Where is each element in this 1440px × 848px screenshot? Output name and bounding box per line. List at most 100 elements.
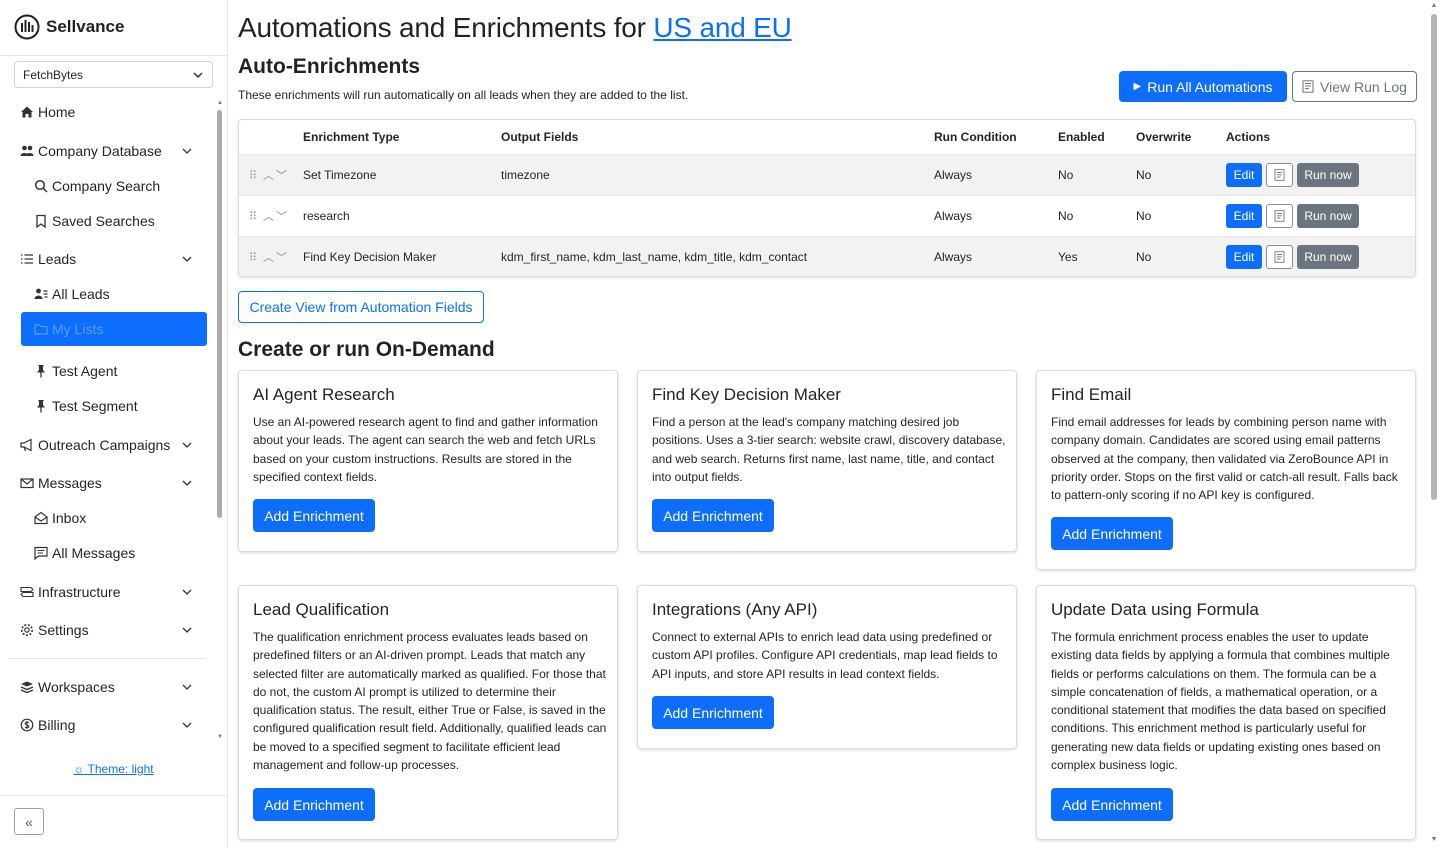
sidebar-item-all-leads[interactable]: All Leads (34, 280, 201, 308)
cell-run-condition: Always (934, 168, 973, 182)
envelope-open-icon (34, 511, 48, 525)
add-enrichment-button[interactable]: Add Enrichment (1051, 517, 1173, 550)
col-overwrite: Overwrite (1136, 130, 1192, 144)
sidebar-item-settings[interactable]: Settings (20, 616, 201, 644)
sidebar-item-company-search[interactable]: Company Search (34, 172, 201, 200)
chevron-down-icon (193, 71, 203, 78)
on-demand-title: Create or run On-Demand (238, 338, 495, 361)
add-enrichment-button[interactable]: Add Enrichment (253, 499, 375, 532)
card-description: Use an AI-powered research agent to find… (253, 415, 598, 484)
reorder-arrows: ︿ ﹀ (263, 196, 287, 236)
row-log-button[interactable] (1266, 245, 1293, 269)
run-all-automations-button[interactable]: ▶ Run All Automations (1119, 71, 1287, 102)
main-scroll-thumb[interactable] (1431, 14, 1437, 500)
sidebar: Sellvance FetchBytes Home Company Databa… (0, 0, 228, 848)
sidebar-item-billing[interactable]: Billing (20, 711, 201, 739)
coin-icon (20, 718, 34, 732)
auto-enrichments-table: Enrichment Type Output Fields Run Condit… (238, 119, 1416, 277)
run-now-button[interactable]: Run now (1297, 245, 1359, 269)
sidebar-item-infrastructure[interactable]: Infrastructure (20, 578, 201, 606)
card-ai-agent-research: AI Agent Research Use an AI-powered rese… (238, 370, 618, 552)
stack-icon (20, 680, 34, 694)
sidebar-item-label: Messages (38, 475, 102, 491)
card-description: Connect to external APIs to enrich lead … (652, 630, 998, 681)
run-now-button[interactable]: Run now (1297, 163, 1359, 187)
workspace-select[interactable]: FetchBytes (14, 61, 213, 88)
cell-enrichment-type: Find Key Decision Maker (303, 250, 437, 264)
table-row: ⠿ ︿ ﹀ Set Timezone timezone Always No No … (239, 154, 1415, 195)
chevron-down-icon (182, 442, 192, 448)
sidebar-item-my-lists[interactable]: My Lists (21, 312, 207, 346)
sidebar-item-label: Billing (38, 717, 76, 733)
card-title: AI Agent Research (253, 385, 395, 404)
edit-button[interactable]: Edit (1226, 245, 1262, 269)
sidebar-item-label: Infrastructure (38, 584, 121, 600)
add-enrichment-button[interactable]: Add Enrichment (652, 499, 774, 532)
brand[interactable]: Sellvance (14, 14, 124, 40)
add-enrichment-button[interactable]: Add Enrichment (652, 696, 774, 729)
chevron-up-icon[interactable]: ︿ (263, 167, 274, 183)
chevron-down-icon[interactable]: ﹀ (276, 208, 287, 224)
journal-icon (1302, 80, 1314, 93)
row-log-button[interactable] (1266, 204, 1293, 228)
chevron-down-icon (182, 722, 192, 728)
scroll-down-icon[interactable]: ▼ (1430, 836, 1438, 843)
create-view-button[interactable]: Create View from Automation Fields (238, 291, 484, 323)
scroll-up-icon[interactable]: ▲ (216, 100, 224, 106)
signpost-icon (20, 585, 34, 599)
chevron-down-icon[interactable]: ﹀ (276, 167, 287, 183)
sidebar-item-saved-searches[interactable]: Saved Searches (34, 207, 201, 235)
sidebar-item-messages[interactable]: Messages (20, 469, 201, 497)
brand-name: Sellvance (46, 17, 125, 36)
chevron-down-icon[interactable]: ﹀ (276, 249, 287, 265)
sidebar-item-label: Workspaces (38, 679, 115, 695)
row-log-button[interactable] (1266, 163, 1293, 187)
view-run-log-label: View Run Log (1320, 78, 1407, 95)
sidebar-item-inbox[interactable]: Inbox (34, 504, 201, 532)
add-enrichment-button[interactable]: Add Enrichment (253, 788, 375, 821)
table-row: ⠿ ︿ ﹀ research Always No No Edit Run now (239, 195, 1415, 236)
view-run-log-button[interactable]: View Run Log (1292, 71, 1417, 102)
drag-handle-icon[interactable]: ⠿ (249, 155, 257, 195)
sidebar-item-outreach-campaigns[interactable]: Outreach Campaigns (20, 431, 201, 459)
megaphone-icon (20, 438, 34, 452)
list-name-link[interactable]: US and EU (653, 12, 791, 43)
sidebar-item-workspaces[interactable]: Workspaces (20, 673, 201, 701)
edit-button[interactable]: Edit (1226, 163, 1262, 187)
sidebar-item-company-database[interactable]: Company Database (20, 137, 201, 165)
sidebar-item-label: Inbox (52, 510, 87, 526)
sidebar-item-test-segment[interactable]: Test Segment (34, 392, 201, 420)
sidebar-scroll-thumb[interactable] (217, 110, 222, 518)
sidebar-item-leads[interactable]: Leads (20, 245, 201, 273)
chevron-down-icon (182, 684, 192, 690)
chevron-double-left-icon: « (25, 813, 33, 830)
chevron-up-icon[interactable]: ︿ (263, 208, 274, 224)
reorder-arrows: ︿ ﹀ (263, 237, 287, 276)
col-actions: Actions (1226, 130, 1271, 144)
col-run-condition: Run Condition (934, 130, 1017, 144)
sidebar-item-all-messages[interactable]: All Messages (34, 539, 201, 567)
card-title: Update Data using Formula (1051, 600, 1259, 619)
sidebar-item-home[interactable]: Home (20, 98, 201, 126)
nav-divider (8, 658, 206, 659)
chevron-up-icon[interactable]: ︿ (263, 249, 274, 265)
scroll-up-icon[interactable]: ▲ (1430, 2, 1438, 9)
chevron-down-icon (182, 148, 192, 154)
sidebar-scrollbar[interactable]: ▲ ▼ (216, 100, 224, 740)
run-all-automations-label: Run All Automations (1147, 78, 1273, 95)
drag-handle-icon[interactable]: ⠿ (249, 237, 257, 276)
collapse-sidebar-button[interactable]: « (14, 808, 44, 835)
sidebar-item-test-agent[interactable]: Test Agent (34, 357, 201, 385)
add-enrichment-button[interactable]: Add Enrichment (1051, 788, 1173, 821)
scroll-down-icon[interactable]: ▼ (216, 734, 224, 740)
sidebar-item-label: Test Segment (52, 398, 138, 414)
drag-handle-icon[interactable]: ⠿ (249, 196, 257, 236)
run-now-button[interactable]: Run now (1297, 204, 1359, 228)
envelope-icon (20, 476, 34, 490)
chevron-down-icon (182, 589, 192, 595)
cell-enrichment-type: research (303, 209, 350, 223)
card-title: Lead Qualification (253, 600, 390, 619)
edit-button[interactable]: Edit (1226, 204, 1262, 228)
theme-toggle-link[interactable]: ☼ Theme: light (0, 762, 227, 776)
main-scrollbar[interactable]: ▲ ▼ (1428, 0, 1440, 848)
